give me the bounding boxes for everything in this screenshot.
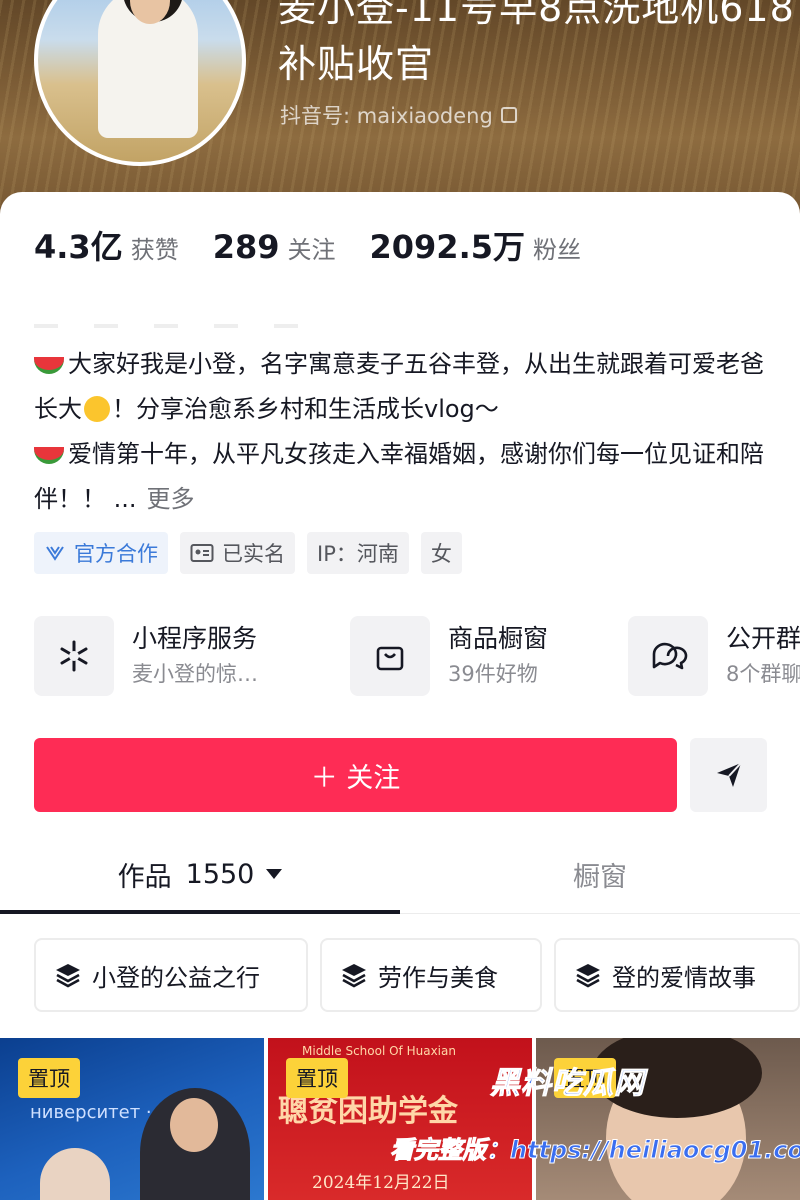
blurred-line bbox=[34, 324, 334, 328]
send-icon bbox=[716, 762, 742, 787]
id-card-icon bbox=[190, 544, 214, 562]
service-mini-program-title: 小程序服务 bbox=[132, 624, 258, 653]
watermark-site-name: 黑料吃瓜网 bbox=[490, 1066, 645, 1102]
tab-store-label: 橱窗 bbox=[573, 861, 627, 893]
stack-icon bbox=[576, 964, 600, 988]
active-tab-indicator bbox=[0, 910, 400, 914]
collection-chip[interactable]: 登的爱情故事 bbox=[554, 938, 800, 1012]
copy-icon[interactable] bbox=[500, 107, 517, 123]
shopping-bag-icon bbox=[350, 616, 430, 696]
mini-program-icon bbox=[34, 616, 114, 696]
collections-row: 小登的公益之行 劳作与美食 登的爱情故事 bbox=[34, 938, 800, 1012]
pinned-badge: 置顶 bbox=[18, 1058, 80, 1098]
bio-more-link[interactable]: 更多 bbox=[147, 485, 195, 513]
service-mini-program-subtitle: 麦小登的惊… bbox=[132, 662, 258, 686]
service-group-title: 公开群 bbox=[726, 624, 800, 653]
chevron-down-icon[interactable] bbox=[266, 869, 283, 879]
stat-following-value: 289 bbox=[212, 228, 280, 266]
tag-official-label: 官方合作 bbox=[74, 542, 158, 566]
stack-icon bbox=[342, 964, 366, 988]
video-thumbnail-person bbox=[40, 1148, 110, 1200]
stat-likes-value: 4.3亿 bbox=[34, 228, 123, 266]
follow-button-label: ＋ 关注 bbox=[310, 762, 401, 794]
share-button[interactable] bbox=[690, 738, 767, 812]
collection-chip[interactable]: 劳作与美食 bbox=[320, 938, 542, 1012]
tag-gender: 女 bbox=[420, 532, 462, 574]
official-cooperation-icon bbox=[46, 546, 64, 561]
stat-fans[interactable]: 2092.5万 粉丝 bbox=[370, 222, 582, 268]
tag-ip: IP：河南 bbox=[307, 532, 409, 574]
smile-emoji-icon bbox=[84, 396, 110, 422]
profile-card: 4.3亿 获赞 289 关注 2092.5万 粉丝 大家好我是小登，名字寓意麦子… bbox=[0, 192, 800, 1200]
group-chat-icon bbox=[628, 616, 708, 696]
collection-chip[interactable]: 小登的公益之行 bbox=[34, 938, 308, 1012]
watermark-url: 看完整版：https://heiliaocg01.com bbox=[390, 1136, 800, 1165]
service-store[interactable]: 商品橱窗 39件好物 bbox=[350, 614, 548, 698]
content-tabs: 作品 1550 橱窗 bbox=[0, 842, 800, 914]
pinned-badge: 置顶 bbox=[286, 1058, 348, 1098]
bio-line2: 爱情第十年，从平凡女孩走入幸福婚姻，感谢你们每一位见证和陪伴！！ ... bbox=[34, 440, 764, 513]
stat-likes[interactable]: 4.3亿 获赞 bbox=[34, 222, 179, 268]
tag-verified[interactable]: 已实名 bbox=[180, 532, 295, 574]
profile-name: 麦小登-11号早8点洗地机618补贴收官 bbox=[278, 0, 795, 86]
tag-ip-label: IP：河南 bbox=[317, 542, 399, 566]
stat-following[interactable]: 289 关注 bbox=[213, 228, 336, 266]
service-store-title: 商品橱窗 bbox=[448, 624, 549, 653]
douyin-id[interactable]: 抖音号: maixiaodeng bbox=[280, 100, 517, 130]
video-thumbnail[interactable]: ниверситет · 商品 置顶 bbox=[0, 1038, 264, 1200]
action-row: ＋ 关注 bbox=[34, 738, 774, 812]
stat-likes-label: 获赞 bbox=[130, 236, 179, 264]
watermark: 黑料吃瓜网 看完整版：https://heiliaocg01.com bbox=[380, 1058, 800, 1178]
follow-button[interactable]: ＋ 关注 bbox=[34, 738, 677, 812]
video-thumbnail-subtext: Middle School Of Huaxian bbox=[302, 1044, 456, 1058]
tag-verified-label: 已实名 bbox=[222, 542, 285, 566]
bio[interactable]: 大家好我是小登，名字寓意麦子五谷丰登，从出生就跟着可爱老爸长大 ！分享治愈系乡村和… bbox=[34, 342, 774, 522]
watermelon-icon bbox=[34, 447, 64, 464]
collection-chip-label: 小登的公益之行 bbox=[92, 963, 260, 992]
tab-works-count: 1550 bbox=[185, 858, 255, 890]
stat-fans-value: 2092.5万 bbox=[369, 228, 526, 266]
collection-chip-label: 登的爱情故事 bbox=[612, 963, 756, 992]
stat-fans-label: 粉丝 bbox=[533, 236, 581, 264]
service-group-subtitle: 8个群聊 bbox=[726, 662, 800, 686]
stats-row: 4.3亿 获赞 289 关注 2092.5万 粉丝 bbox=[34, 222, 615, 268]
service-group[interactable]: 公开群 8个群聊 bbox=[628, 614, 800, 698]
stat-following-label: 关注 bbox=[287, 236, 336, 264]
tag-official[interactable]: 官方合作 bbox=[34, 532, 168, 574]
douyin-id-text: 抖音号: maixiaodeng bbox=[280, 104, 493, 128]
collection-chip-label: 劳作与美食 bbox=[378, 963, 498, 992]
service-entries: 小程序服务 麦小登的惊… 商品橱窗 39件好物 公开群 8个群聊 bbox=[34, 614, 800, 698]
service-store-subtitle: 39件好物 bbox=[448, 662, 538, 686]
tab-store[interactable]: 橱窗 bbox=[400, 842, 800, 906]
watermelon-icon bbox=[34, 357, 64, 374]
avatar[interactable] bbox=[34, 0, 246, 166]
bio-line1-tail: ！分享治愈系乡村和生活成长vlog～ bbox=[112, 395, 499, 423]
tag-gender-label: 女 bbox=[430, 542, 452, 566]
tab-works-label: 作品 bbox=[117, 861, 172, 893]
stack-icon bbox=[56, 964, 80, 988]
tab-works[interactable]: 作品 1550 bbox=[0, 842, 400, 906]
profile-tags: 官方合作 已实名 IP：河南 女 bbox=[34, 532, 462, 574]
service-mini-program[interactable]: 小程序服务 麦小登的惊… bbox=[34, 614, 258, 698]
